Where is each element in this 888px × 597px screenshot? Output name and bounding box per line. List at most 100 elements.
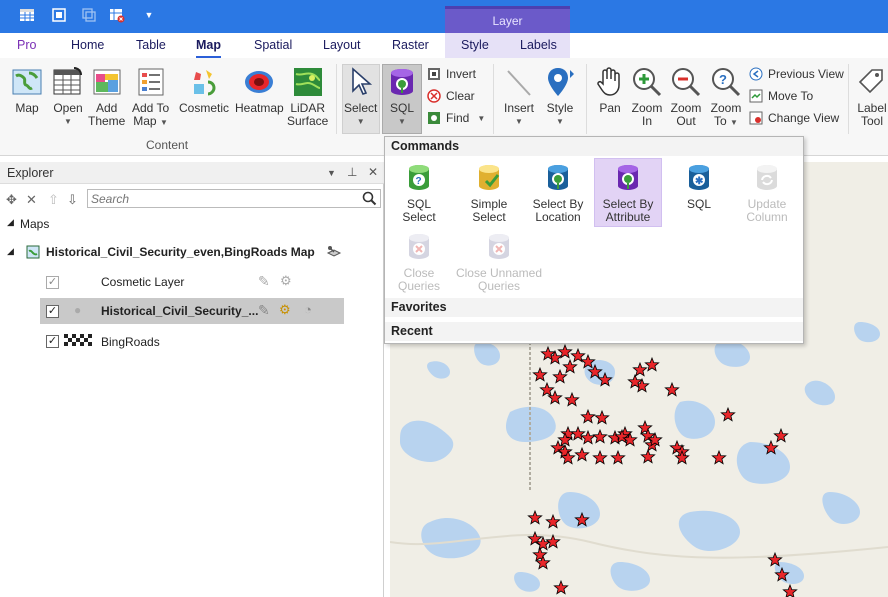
tab-map[interactable]: Map [196,38,221,58]
sql-button[interactable]: SQL ▼ [386,66,418,128]
move-down-icon[interactable]: ⇩ [67,192,78,208]
heatmap-button[interactable]: Heatmap [235,66,284,115]
star-point-icon[interactable] [782,583,798,597]
zoom-range-icon[interactable]: ◔ [304,302,312,317]
quick-access-window-icon[interactable] [50,6,68,24]
star-point-icon[interactable] [580,408,596,424]
previous-view-button[interactable]: Previous View [749,67,844,81]
clear-button[interactable]: Clear [427,89,475,103]
star-point-icon[interactable] [640,448,656,464]
cosmetic-layer-name[interactable]: Cosmetic Layer [101,275,184,289]
zoom-out-button[interactable]: Zoom Out [670,66,702,128]
open-dropdown-caret[interactable]: ▼ [64,115,72,128]
map-button[interactable]: Map [11,66,43,115]
add-icon[interactable]: ✥ [6,192,17,208]
star-point-icon[interactable] [562,358,578,374]
tab-spatial[interactable]: Spatial [254,38,292,52]
map-name[interactable]: Historical_Civil_Security_even,BingRoads… [46,245,315,259]
sql-item[interactable]: ✱ SQL [665,159,733,227]
zoom-to-button[interactable]: ? Zoom To ▼ [710,66,742,129]
star-point-icon[interactable] [594,409,610,425]
star-point-icon[interactable] [711,449,727,465]
maps-collapse-chevron-icon[interactable]: ◢ [7,217,14,228]
star-point-icon[interactable] [564,391,580,407]
star-point-icon[interactable] [527,509,543,525]
star-point-icon[interactable] [545,533,561,549]
quick-access-dropdown-icon[interactable]: ▼ [140,6,158,24]
star-point-icon[interactable] [552,368,568,384]
star-point-icon[interactable] [545,513,561,529]
edit-pencil-icon[interactable]: ✎ [258,302,270,319]
star-point-icon[interactable] [637,419,653,435]
star-point-icon[interactable] [592,449,608,465]
star-point-icon[interactable] [644,356,660,372]
update-column-item[interactable]: Update Column [733,159,801,227]
insert-dropdown-caret[interactable]: ▼ [515,115,523,128]
cosmetic-layer-checkbox[interactable]: ✓ [46,276,59,289]
star-point-icon[interactable] [570,425,586,441]
lidar-surface-button[interactable]: LiDAR Surface [287,66,328,128]
select-by-location-item[interactable]: Select By Location [524,159,592,227]
star-point-icon[interactable] [773,427,789,443]
search-icon[interactable] [362,191,377,206]
close-unnamed-queries-item[interactable]: Close Unnamed Queries [455,229,543,295]
tab-home[interactable]: Home [71,38,104,52]
tab-style[interactable]: Style [461,38,489,52]
star-point-icon[interactable] [532,546,548,562]
map-collapse-chevron-icon[interactable]: ◢ [7,246,14,257]
add-to-map-button[interactable]: Add To Map ▼ [132,66,169,129]
sql-select-item[interactable]: ? SQL Select [385,159,453,227]
style-dropdown-caret[interactable]: ▼ [556,115,564,128]
bingroads-name[interactable]: BingRoads [101,335,160,349]
change-view-button[interactable]: Change View [749,111,839,125]
layer-settings-icon[interactable]: ⚙ [280,273,292,289]
star-point-icon[interactable] [574,511,590,527]
map-layer-control-icon[interactable] [326,244,342,260]
close-panel-icon[interactable]: ✕ [368,165,378,179]
tab-raster[interactable]: Raster [392,38,429,52]
insert-button[interactable]: Insert ▼ [503,66,535,128]
star-point-icon[interactable] [774,566,790,582]
cosmetic-button[interactable]: Cosmetic [179,66,229,115]
explorer-search-input[interactable] [87,189,381,208]
quick-access-table-icon[interactable] [18,6,36,24]
star-point-icon[interactable] [574,446,590,462]
historical-layer-checkbox[interactable]: ✓ [46,305,59,318]
bingroads-checkbox[interactable]: ✓ [46,335,59,348]
quick-access-close-table-icon[interactable] [108,6,126,24]
move-up-icon[interactable]: ⇧ [48,192,59,208]
simple-select-item[interactable]: Simple Select [455,159,523,227]
star-point-icon[interactable] [767,551,783,567]
find-dropdown-caret[interactable]: ▼ [477,114,485,123]
select-dropdown-caret[interactable]: ▼ [357,115,365,128]
open-button[interactable]: Open ▼ [52,66,84,128]
find-button[interactable]: Find ▼ [427,111,485,125]
tab-table[interactable]: Table [136,38,166,52]
star-point-icon[interactable] [553,579,569,595]
star-point-icon[interactable] [720,406,736,422]
star-point-icon[interactable] [539,381,555,397]
tab-labels[interactable]: Labels [520,38,557,52]
star-point-icon[interactable] [664,381,680,397]
pin-icon[interactable]: ⊥ [347,165,357,179]
quick-access-copy-icon[interactable] [80,6,98,24]
historical-layer-name[interactable]: Historical_Civil_Security_... [101,304,258,318]
add-theme-button[interactable]: Add Theme [88,66,125,128]
edit-pencil-icon[interactable]: ✎ [258,273,270,290]
move-to-button[interactable]: Move To [749,89,813,103]
star-point-icon[interactable] [597,371,613,387]
tab-layout[interactable]: Layout [323,38,361,52]
selectable-icon[interactable]: ⚙ [279,302,291,318]
label-tool-button[interactable]: Label Tool [856,66,888,128]
star-point-icon[interactable] [632,361,648,377]
star-point-icon[interactable] [580,353,596,369]
select-by-attribute-item[interactable]: Select By Attribute [594,158,662,227]
pan-button[interactable]: Pan [594,66,626,115]
tab-pro[interactable]: Pro [17,38,36,52]
invert-button[interactable]: Invert [427,67,476,81]
sql-dropdown-caret[interactable]: ▼ [398,115,406,128]
style-button[interactable]: Style ▼ [544,66,576,128]
star-point-icon[interactable] [763,439,779,455]
remove-icon[interactable]: ✕ [26,192,37,208]
star-point-icon[interactable] [592,428,608,444]
